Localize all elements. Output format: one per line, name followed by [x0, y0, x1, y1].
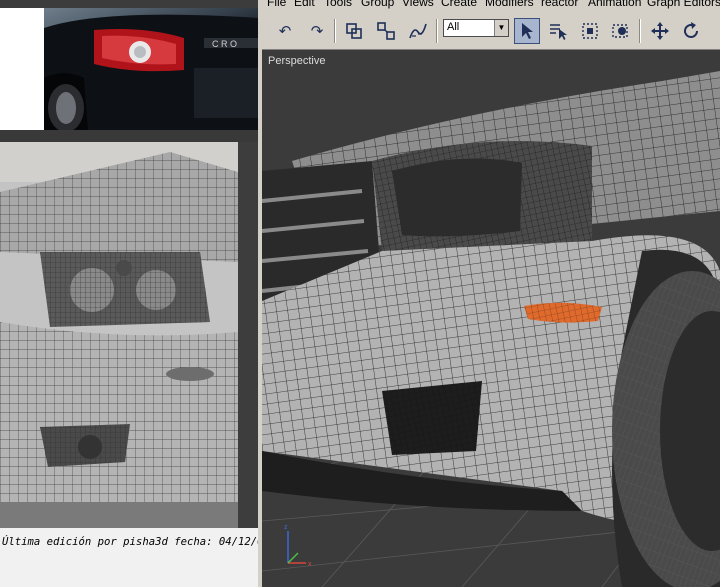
select-and-rotate-icon[interactable] — [678, 18, 704, 44]
menu-graph-editors[interactable]: Graph Editors — [647, 0, 720, 9]
menu-modifiers[interactable]: Modifiers — [485, 0, 534, 9]
reference-photo: C R O — [44, 8, 258, 130]
toolbar-separator — [436, 19, 437, 43]
unlink-selection-icon[interactable] — [373, 18, 399, 44]
main-toolbar: ↶ ↷ All ▼ — [262, 11, 720, 50]
panel-gap — [0, 130, 258, 142]
menu-reactor[interactable]: reactor — [541, 0, 578, 9]
toolbar-separator — [334, 19, 335, 43]
svg-text:z: z — [284, 524, 288, 531]
car-rear-photo: C R O — [44, 14, 258, 130]
menu-tools[interactable]: Tools — [324, 0, 352, 9]
wireframe-car-front — [0, 142, 238, 528]
front-wireframe-render — [0, 142, 238, 528]
menu-edit[interactable]: Edit — [294, 0, 315, 9]
rectangular-selection-region-icon[interactable] — [577, 18, 603, 44]
post-edit-note: Última edición por pisha3d fecha: 04/12/… — [0, 528, 321, 587]
panel-side-margin — [238, 142, 258, 528]
svg-text:x: x — [308, 561, 312, 568]
selection-filter-value: All — [447, 21, 460, 33]
perspective-viewport[interactable]: z x Perspective — [262, 51, 720, 587]
menu-animation[interactable]: Animation — [588, 0, 641, 9]
window-crossing-icon[interactable] — [608, 18, 634, 44]
svg-text:C R O: C R O — [212, 39, 237, 49]
toolbar-separator — [639, 19, 640, 43]
wireframe-car-viewport: z x — [262, 51, 720, 587]
select-and-move-icon[interactable] — [647, 18, 673, 44]
chevron-down-icon[interactable]: ▼ — [494, 20, 508, 36]
bind-to-space-warp-icon[interactable] — [405, 18, 431, 44]
viewport-label[interactable]: Perspective — [268, 55, 325, 67]
reference-photo-strip: C R O — [0, 8, 258, 130]
select-by-name-icon[interactable] — [545, 18, 571, 44]
menu-group[interactable]: Group — [361, 0, 394, 9]
max-menubar: File Edit Tools Group Views Create Modif… — [262, 0, 720, 11]
selection-filter-dropdown[interactable]: All ▼ — [443, 19, 509, 37]
menu-create[interactable]: Create — [441, 0, 477, 9]
menu-views[interactable]: Views — [402, 0, 434, 9]
forum-post-panel: C R O Última edición por pisha3d fecha: … — [0, 0, 321, 587]
redo-icon[interactable]: ↷ — [304, 18, 330, 44]
menu-file[interactable]: File — [267, 0, 286, 9]
select-object-icon[interactable] — [514, 18, 540, 44]
select-and-link-icon[interactable] — [341, 18, 367, 44]
undo-icon[interactable]: ↶ — [272, 18, 298, 44]
